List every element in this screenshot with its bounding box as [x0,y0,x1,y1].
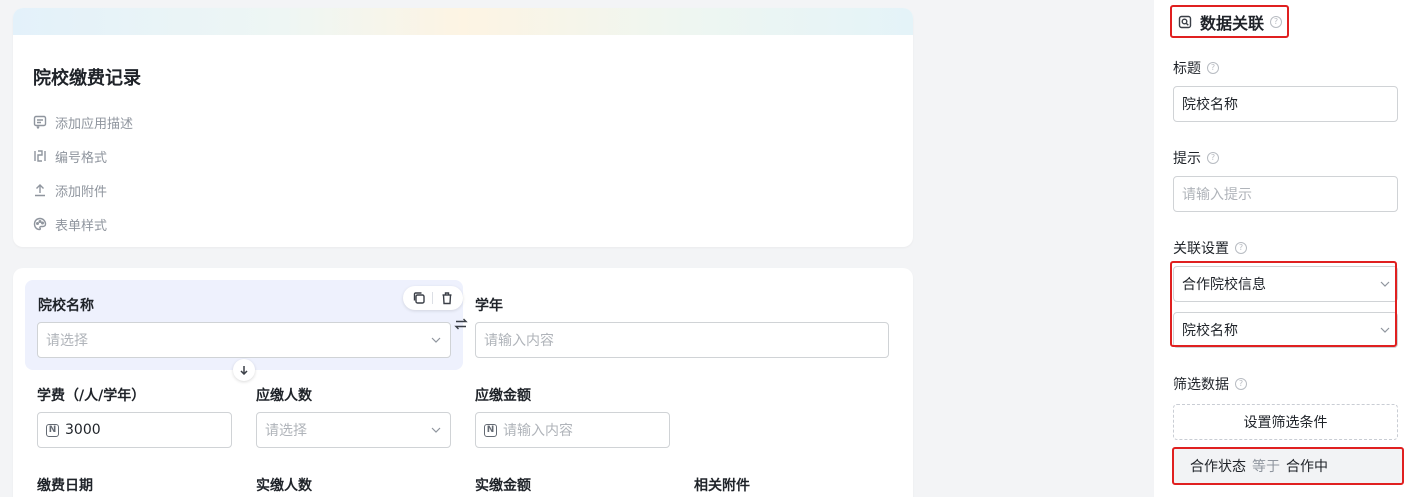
condition-field: 合作状态 [1190,459,1246,475]
form-canvas-card: 院校名称 请选择 学年 请输入内容 学费（/人/学年） N 3000 应缴人数 … [13,268,913,497]
filter-prop-label: 筛选数据 ? [1173,374,1247,394]
header-gradient-banner [13,8,913,35]
add-description-button[interactable]: 添加应用描述 [33,105,133,139]
number-icon: N [46,423,59,437]
hint-prop-input[interactable]: 请输入提示 [1173,176,1398,212]
relation-prop-text: 关联设置 [1173,241,1229,257]
relation-highlight-box [1170,261,1397,347]
trash-icon [442,292,452,305]
number-icon: N [484,423,497,437]
swap-position-handle[interactable] [453,316,469,332]
arrow-down-icon [240,366,248,375]
payable-count-select[interactable]: 请选择 [256,412,451,448]
hint-prop-text: 提示 [1173,151,1201,167]
field-properties-panel: 数据关联 ? 标题 ? 院校名称 提示 ? 请输入提示 关联设置 ? 合作院校信… [1154,0,1408,497]
chevron-down-icon [431,337,441,343]
toolbar-divider [432,292,434,304]
year-input[interactable]: 请输入内容 [475,322,889,358]
paid-count-label: 实缴人数 [256,478,312,494]
app-title[interactable]: 院校缴费记录 [33,64,141,90]
copy-icon [413,292,425,304]
hint-prop-placeholder: 请输入提示 [1182,187,1252,203]
swap-icon [454,318,468,330]
add-attachment-label: 添加附件 [55,184,108,200]
delete-field-button[interactable] [440,291,454,305]
form-style-label: 表单样式 [55,218,108,234]
field-toolbar [403,286,463,310]
relation-prop-label: 关联设置 ? [1173,238,1247,258]
payable-count-placeholder: 请选择 [265,423,307,439]
numbering-icon [34,150,46,162]
help-icon[interactable]: ? [1235,242,1247,254]
school-name-label: 院校名称 [38,298,94,314]
numbering-format-button[interactable]: 编号格式 [33,139,133,173]
add-description-label: 添加应用描述 [55,116,134,132]
panel-title: 数据关联 [1200,13,1265,33]
year-label: 学年 [475,298,503,314]
move-down-handle[interactable] [233,359,255,381]
payable-amount-input[interactable]: N 请输入内容 [475,412,670,448]
payable-count-label: 应缴人数 [256,388,312,404]
tuition-input[interactable]: N 3000 [37,412,232,448]
hint-prop-label: 提示 ? [1173,148,1219,168]
help-icon[interactable]: ? [1270,15,1283,28]
pay-date-label: 缴费日期 [37,478,93,494]
condition-value: 合作中 [1286,459,1328,475]
title-prop-label: 标题 ? [1173,58,1219,78]
title-prop-text: 标题 [1173,61,1201,77]
filter-prop-text: 筛选数据 [1173,377,1229,393]
form-style-button[interactable]: 表单样式 [33,207,133,241]
data-link-icon [1178,15,1192,28]
year-placeholder: 请输入内容 [484,333,554,349]
panel-title-highlight: 数据关联 ? [1170,5,1289,38]
title-prop-input[interactable]: 院校名称 [1173,86,1398,122]
comment-icon [33,115,47,129]
school-name-placeholder: 请选择 [46,333,88,349]
add-attachment-button[interactable]: 添加附件 [33,173,133,207]
help-icon[interactable]: ? [1207,152,1219,164]
app-header-card: 院校缴费记录 添加应用描述 编号格式 添加附件 表单样式 [13,8,913,247]
set-filter-button[interactable]: 设置筛选条件 [1173,404,1398,440]
help-icon[interactable]: ? [1207,62,1219,74]
palette-icon [33,217,47,231]
tuition-value: 3000 [65,422,101,438]
selected-field-school[interactable]: 院校名称 请选择 [25,280,463,370]
app-meta-menu: 添加应用描述 编号格式 添加附件 表单样式 [33,105,133,241]
upload-icon [35,184,45,197]
title-prop-value: 院校名称 [1182,97,1238,113]
copy-field-button[interactable] [412,291,426,305]
payable-amount-placeholder: 请输入内容 [503,423,573,439]
tuition-label: 学费（/人/学年） [37,388,146,404]
help-icon[interactable]: ? [1235,378,1247,390]
condition-operator: 等于 [1252,459,1280,475]
payable-amount-label: 应缴金额 [475,388,531,404]
filter-condition-chip[interactable]: 合作状态 等于 合作中 [1172,447,1404,485]
chevron-down-icon [431,427,441,433]
paid-amount-label: 实缴金额 [475,478,531,494]
school-name-select[interactable]: 请选择 [37,322,451,358]
numbering-format-label: 编号格式 [55,150,108,166]
attachments-label: 相关附件 [694,478,750,494]
